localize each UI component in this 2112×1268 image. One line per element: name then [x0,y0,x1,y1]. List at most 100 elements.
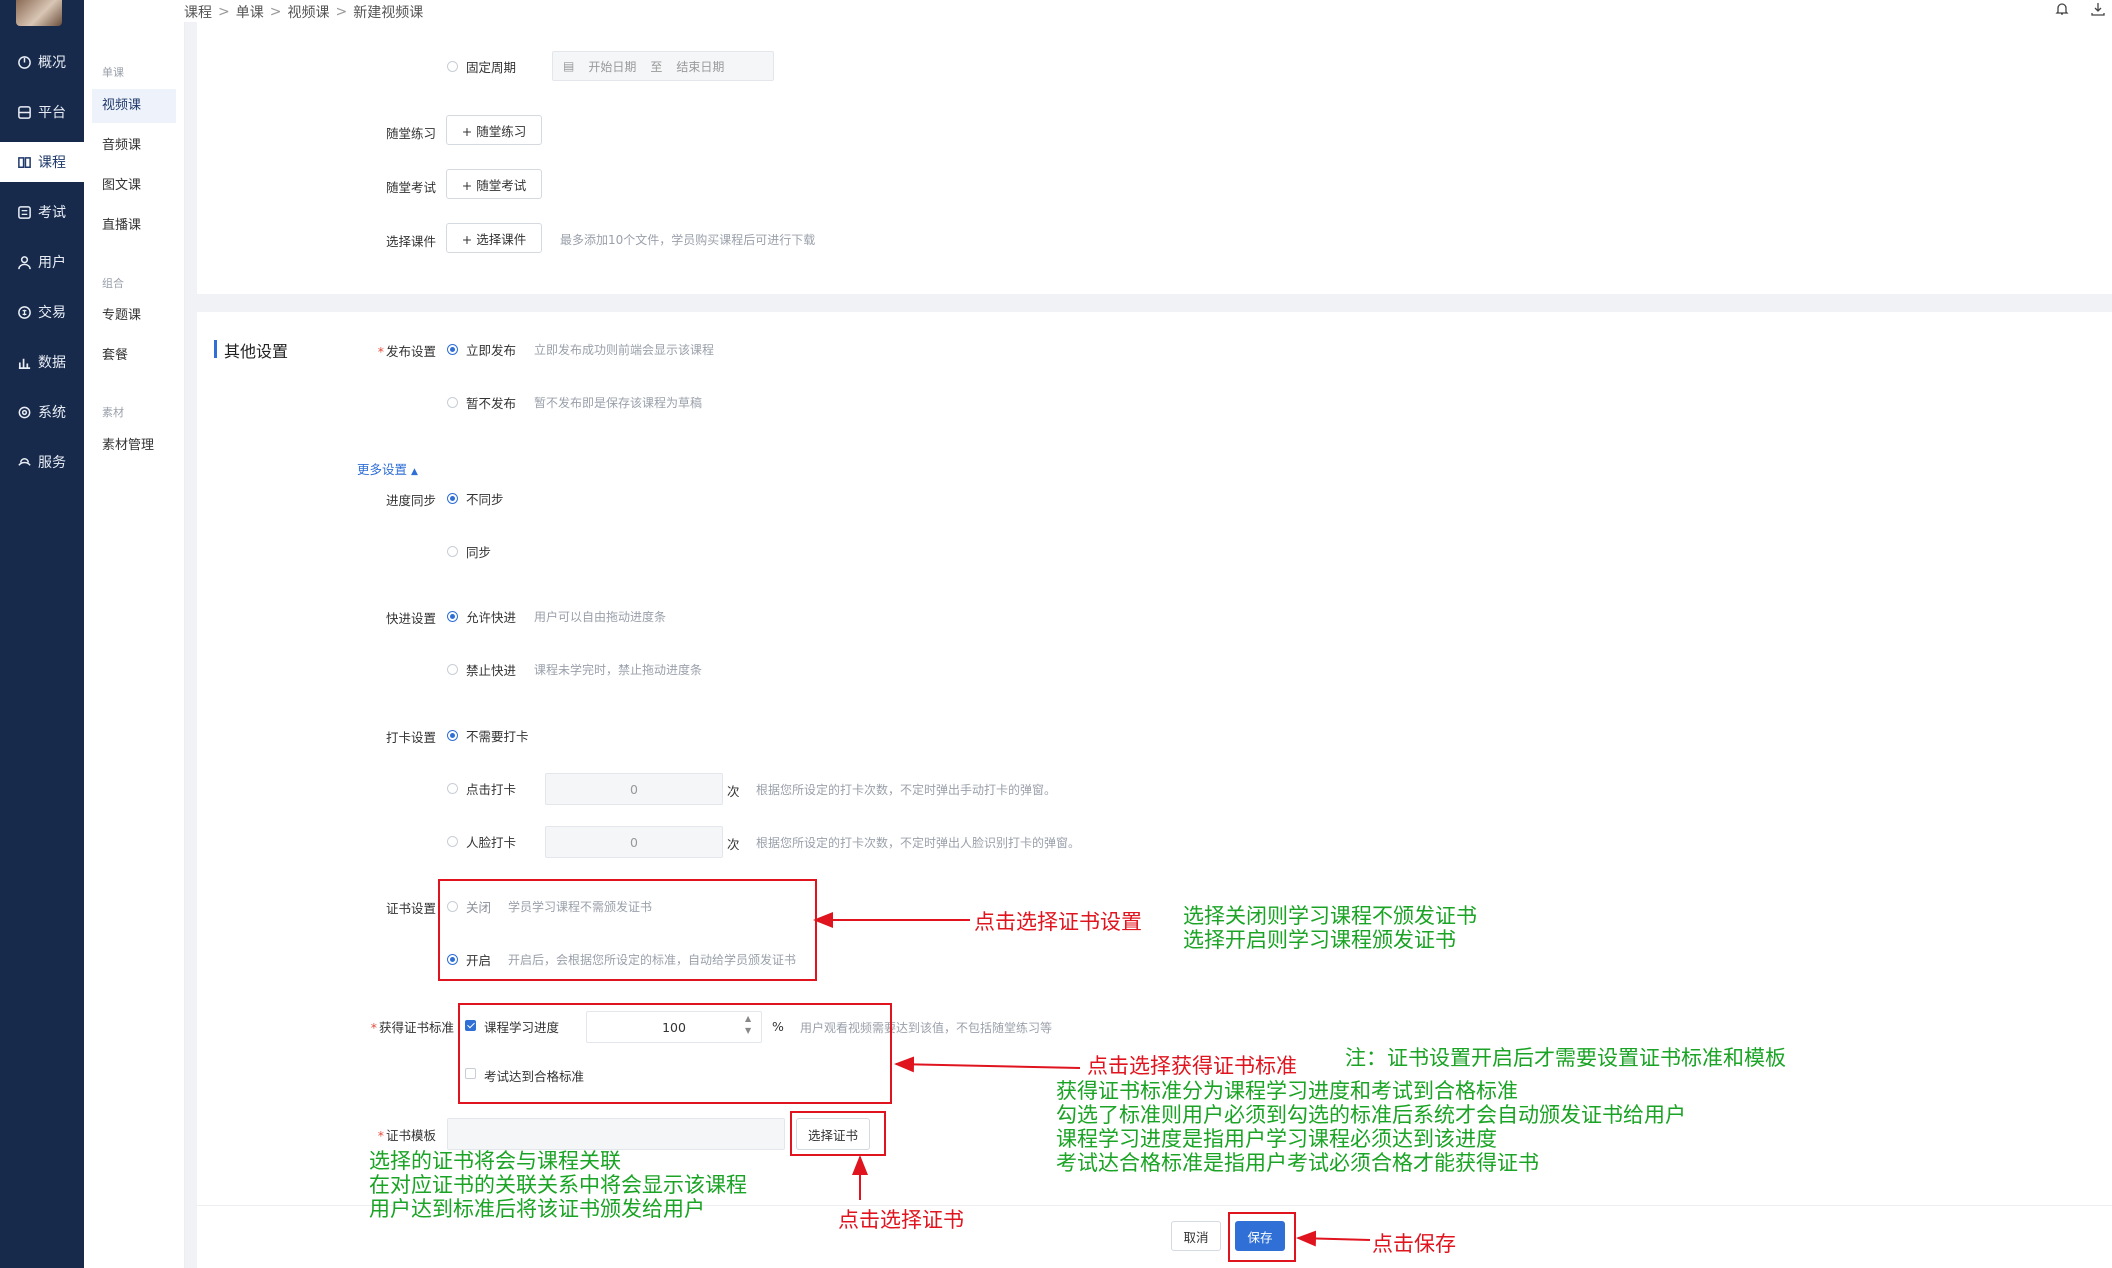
nav-label: 用户 [38,255,66,271]
face-checkin-radio[interactable] [447,836,458,847]
nav-label: 平台 [38,105,66,121]
click-checkin-radio[interactable] [447,783,458,794]
subnav-group-single: 单课 [102,66,124,79]
end-date-placeholder: 结束日期 [676,59,725,74]
more-settings-toggle[interactable]: 更多设置 ▲ [357,459,418,478]
subnav-group-combo: 组合 [102,277,124,290]
breadcrumb: 课程 > 单课 > 视频课 > 新建视频课 [184,2,423,22]
main-sidebar: 概况 平台 课程 考试 用户 交易 数据 系统 服务 [0,0,84,1268]
subnav-item-audio[interactable]: 音频课 [92,129,176,163]
section-accent-bar [214,340,217,358]
breadcrumb-item[interactable]: 单课 [236,2,264,22]
nav-label: 概况 [38,55,66,71]
annotation-tpl-explain-3: 用户达到标准后将该证书颁发给用户 [369,1197,705,1221]
date-range-separator: 至 [650,59,663,74]
user-icon [16,254,32,270]
fixed-period-label: 固定周期 [466,60,517,75]
cancel-button[interactable]: 取消 [1171,1221,1221,1251]
caret-up-icon: ▲ [411,467,418,477]
nav-item-trade[interactable]: 交易 [0,292,84,332]
allow-ff-hint: 用户可以自由拖动进度条 [534,610,667,624]
dashboard-icon [16,54,32,70]
nav-item-overview[interactable]: 概况 [0,42,84,82]
annotation-box-cert-setting [438,879,817,981]
subnav-item-video[interactable]: 视频课 [92,89,176,123]
certificate-setting-label: 证书设置 [385,901,436,916]
cert-standard-label-text: 获得证书标准 [378,1020,454,1035]
date-range-picker[interactable]: ▤ 开始日期 至 结束日期 [552,51,774,81]
annotation-tpl-explain-2: 在对应证书的关联关系中将会显示该课程 [369,1173,747,1197]
start-date-placeholder: 开始日期 [588,59,637,74]
breadcrumb-separator: > [335,4,348,20]
annotation-click-standard: 点击选择获得证书标准 [1087,1054,1297,1078]
cert-template-display [447,1118,785,1150]
add-exam-button[interactable]: + 随堂考试 [446,169,542,199]
face-checkin-hint: 根据您所设定的打卡次数，不定时弹出人脸识别打卡的弹窗。 [756,836,1081,850]
nav-item-service[interactable]: 服务 [0,442,84,482]
sync-label: 同步 [466,545,492,560]
breadcrumb-separator: > [218,4,230,20]
nav-item-system[interactable]: 系统 [0,392,84,432]
practice-label: 随堂练习 [385,126,436,141]
nav-item-course[interactable]: 课程 [0,142,84,182]
forbid-ff-label: 禁止快进 [466,663,517,678]
no-sync-radio[interactable] [447,493,458,504]
fixed-period-radio[interactable] [447,61,458,72]
fast-forward-label: 快进设置 [385,611,436,626]
forbid-ff-radio[interactable] [447,664,458,675]
nav-item-data[interactable]: 数据 [0,342,84,382]
annotation-click-cert-setting: 点击选择证书设置 [974,910,1142,934]
annotation-standard-note: 注：证书设置开启后才需要设置证书标准和模板 [1345,1046,1786,1070]
annotation-box-cert-standard [458,1003,892,1104]
no-checkin-radio[interactable] [447,730,458,741]
breadcrumb-separator: > [269,4,282,20]
courseware-hint: 最多添加10个文件，学员购买课程后可进行下载 [560,233,816,247]
face-checkin-unit: 次 [727,837,740,852]
publish-later-radio[interactable] [447,397,458,408]
annotation-box-save [1228,1212,1296,1262]
publish-now-radio[interactable] [447,344,458,355]
annotation-box-choose-cert [790,1111,886,1156]
choose-courseware-button[interactable]: + 选择课件 [446,223,542,253]
annotation-cert-explain-1: 选择关闭则学习课程不颁发证书 [1183,904,1477,928]
subnav-item-topic[interactable]: 专题课 [92,299,176,333]
click-checkin-unit: 次 [727,784,740,799]
subnav-item-live[interactable]: 直播课 [92,209,176,243]
annotation-cert-explain-2: 选择开启则学习课程颁发证书 [1183,928,1456,952]
download-icon[interactable] [2090,1,2108,19]
subnav-item-material[interactable]: 素材管理 [92,429,176,463]
nav-label: 交易 [38,305,66,321]
no-sync-label: 不同步 [466,492,504,507]
annotation-std-explain-1: 获得证书标准分为课程学习进度和考试到合格标准 [1056,1079,1518,1103]
bell-icon[interactable] [2054,1,2072,19]
face-checkin-label: 人脸打卡 [466,835,517,850]
nav-item-user[interactable]: 用户 [0,242,84,282]
click-checkin-hint: 根据您所设定的打卡次数，不定时弹出手动打卡的弹窗。 [756,783,1057,797]
no-checkin-label: 不需要打卡 [466,729,529,744]
calendar-icon: ▤ [563,59,575,73]
annotation-tpl-explain-1: 选择的证书将会与课程关联 [369,1149,621,1173]
checkin-label: 打卡设置 [385,730,436,745]
progress-sync-label: 进度同步 [385,493,436,508]
more-settings-label: 更多设置 [357,462,408,477]
subnav-item-package[interactable]: 套餐 [92,339,176,373]
add-practice-button[interactable]: + 随堂练习 [446,115,542,145]
sync-radio[interactable] [447,546,458,557]
nav-item-platform[interactable]: 平台 [0,92,84,132]
nav-label: 考试 [38,205,66,221]
publish-later-hint: 暂不发布即是保存该课程为草稿 [534,396,703,410]
chart-icon [16,354,32,370]
app-logo[interactable] [16,0,62,26]
click-checkin-count-input[interactable]: 0 [545,773,723,805]
breadcrumb-item[interactable]: 视频课 [287,2,329,22]
publish-label-text: 发布设置 [385,344,436,359]
breadcrumb-item[interactable]: 课程 [184,2,212,22]
section-title: 其他设置 [224,342,289,361]
trade-icon [16,304,32,320]
subnav-item-article[interactable]: 图文课 [92,169,176,203]
platform-icon [16,104,32,120]
cert-template-label-text: 证书模板 [385,1128,436,1143]
face-checkin-count-input[interactable]: 0 [545,826,723,858]
allow-ff-radio[interactable] [447,611,458,622]
nav-item-exam[interactable]: 考试 [0,192,84,232]
